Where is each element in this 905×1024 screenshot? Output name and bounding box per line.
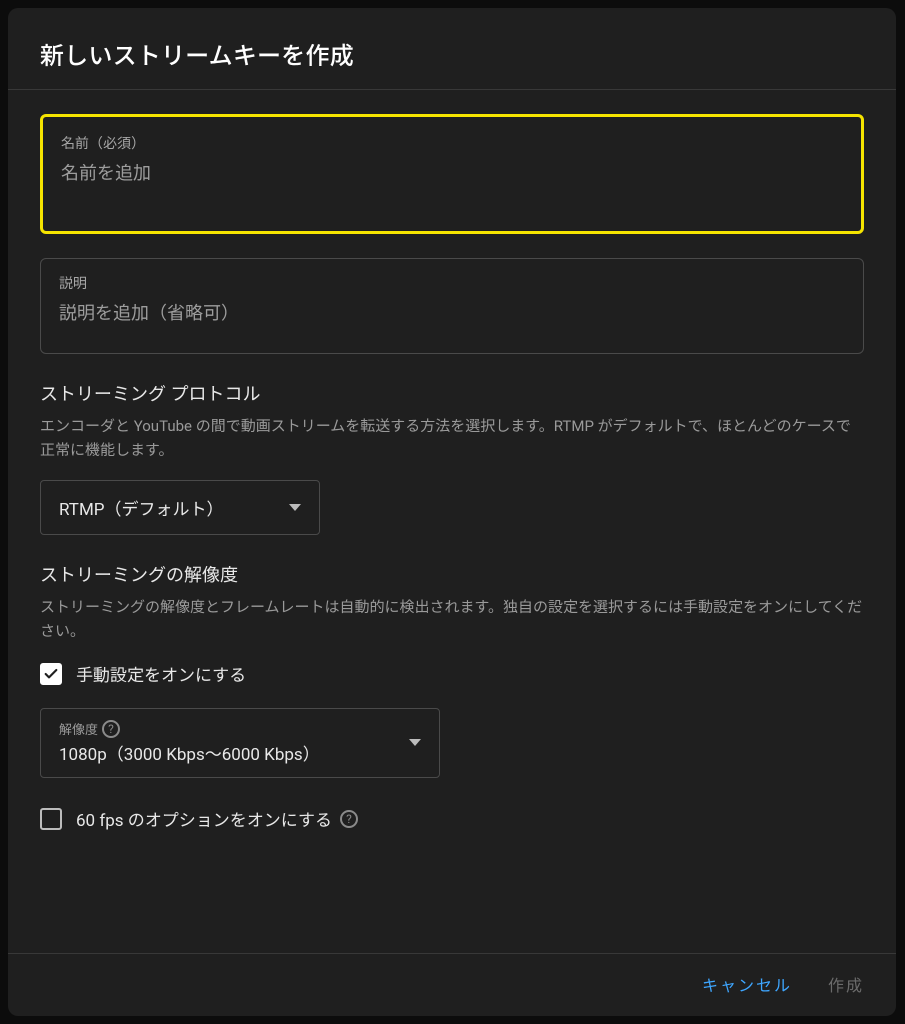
resolution-select[interactable]: 解像度 ? 1080p（3000 Kbps～6000 Kbps） — [40, 708, 440, 778]
resolution-section-description: ストリーミングの解像度とフレームレートは自動的に検出されます。独自の設定を選択す… — [40, 595, 864, 643]
create-button[interactable]: 作成 — [828, 972, 864, 996]
cancel-button[interactable]: キャンセル — [702, 972, 792, 996]
fps-option-row: 60 fps のオプションをオンにする ? — [40, 806, 864, 831]
name-input-label: 名前（必須） — [61, 133, 843, 153]
resolution-section-title: ストリーミングの解像度 — [40, 561, 864, 587]
dialog-footer: キャンセル 作成 — [8, 953, 896, 1016]
create-stream-key-dialog: 新しいストリームキーを作成 名前（必須） 名前を追加 説明 説明を追加（省略可）… — [8, 8, 896, 1016]
protocol-section-description: エンコーダと YouTube の間で動画ストリームを転送する方法を選択します。R… — [40, 414, 864, 462]
manual-setting-label: 手動設定をオンにする — [76, 661, 246, 686]
description-input-placeholder: 説明を追加（省略可） — [59, 299, 845, 325]
dialog-header: 新しいストリームキーを作成 — [8, 8, 896, 90]
dialog-title: 新しいストリームキーを作成 — [40, 36, 864, 71]
help-icon[interactable]: ? — [102, 720, 120, 738]
fps-option-label: 60 fps のオプションをオンにする ? — [76, 806, 358, 831]
dialog-body: 名前（必須） 名前を追加 説明 説明を追加（省略可） ストリーミング プロトコル… — [8, 90, 896, 953]
description-input[interactable]: 説明 説明を追加（省略可） — [40, 258, 864, 354]
resolution-select-label: 解像度 ? — [59, 719, 320, 738]
help-icon[interactable]: ? — [340, 810, 358, 828]
resolution-select-value: 1080p（3000 Kbps～6000 Kbps） — [59, 740, 320, 765]
name-input-placeholder: 名前を追加 — [61, 159, 843, 185]
protocol-section: ストリーミング プロトコル エンコーダと YouTube の間で動画ストリームを… — [40, 380, 864, 535]
manual-setting-row: 手動設定をオンにする — [40, 661, 864, 686]
resolution-section: ストリーミングの解像度 ストリーミングの解像度とフレームレートは自動的に検出され… — [40, 561, 864, 831]
protocol-select[interactable]: RTMP（デフォルト） — [40, 480, 320, 535]
manual-setting-checkbox[interactable] — [40, 663, 62, 685]
chevron-down-icon — [409, 739, 421, 746]
fps-option-checkbox[interactable] — [40, 808, 62, 830]
chevron-down-icon — [289, 504, 301, 511]
protocol-section-title: ストリーミング プロトコル — [40, 380, 864, 406]
name-input[interactable]: 名前（必須） 名前を追加 — [40, 114, 864, 234]
check-icon — [43, 666, 59, 682]
protocol-select-value: RTMP（デフォルト） — [59, 495, 224, 520]
description-input-label: 説明 — [59, 273, 845, 293]
